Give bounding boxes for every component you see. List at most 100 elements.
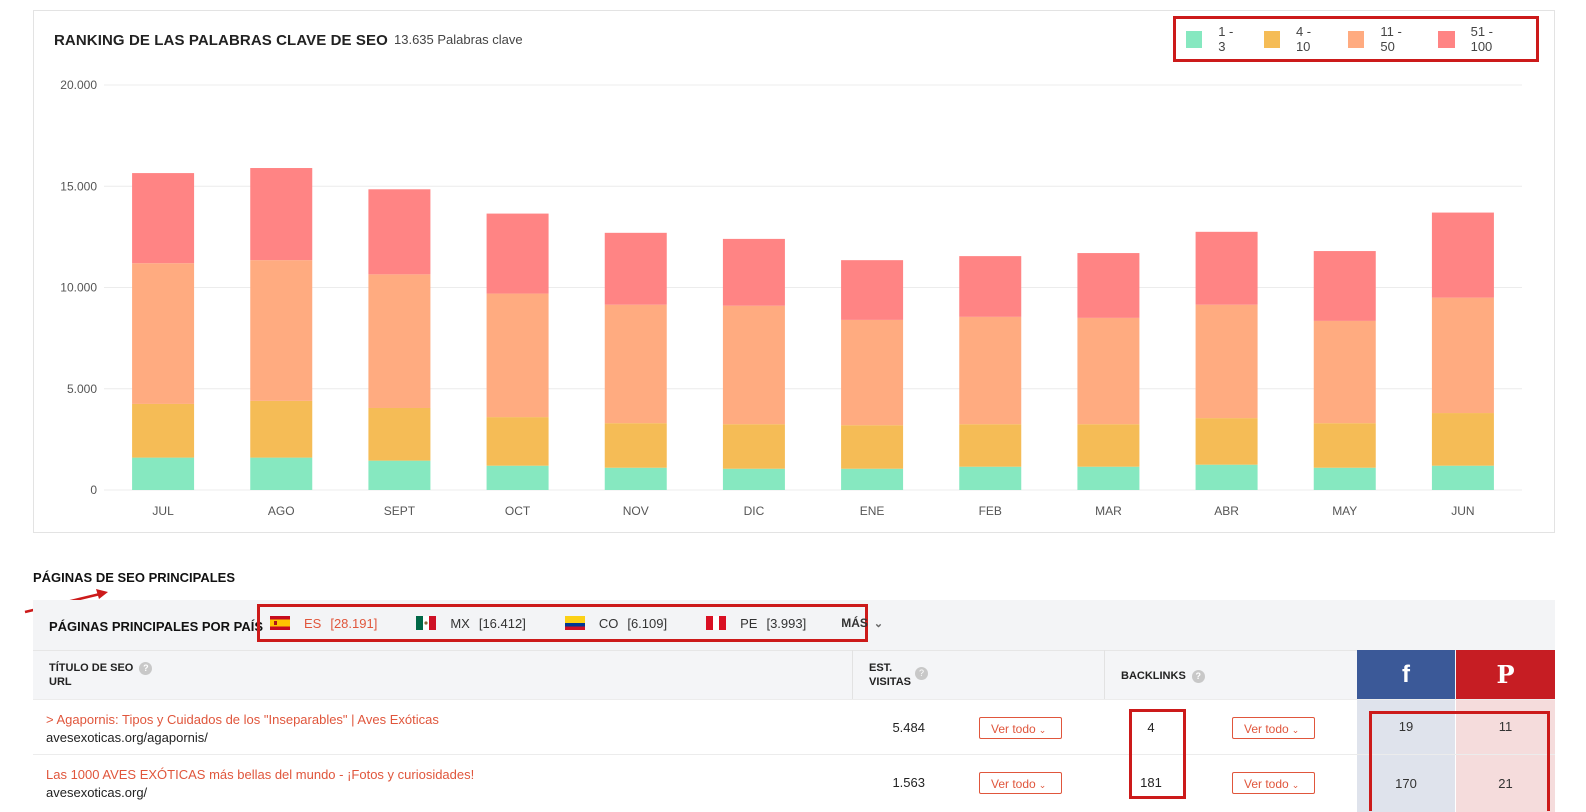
legend-item-1-3[interactable]: 1 - 3 <box>1186 24 1242 54</box>
help-icon[interactable]: ? <box>139 661 153 675</box>
section-title: PÁGINAS DE SEO PRINCIPALES <box>33 570 236 585</box>
bar-segment-ene[interactable] <box>841 425 904 469</box>
country-count: [6.109] <box>627 615 668 631</box>
est-visits-value: 5.484 <box>892 720 925 735</box>
bar-segment-feb[interactable] <box>959 316 1022 425</box>
bar-segment-nov[interactable] <box>604 423 667 468</box>
bar-segment-oct[interactable] <box>486 417 549 466</box>
country-count: [3.993] <box>766 615 807 631</box>
help-icon[interactable]: ? <box>915 667 928 680</box>
bar-segment-jul[interactable] <box>132 457 195 490</box>
bar-segment-ago[interactable] <box>250 260 313 401</box>
bar-segment-may[interactable] <box>1313 467 1376 490</box>
bar-segment-feb[interactable] <box>959 466 1022 490</box>
pinterest-column-header: P <box>1456 650 1555 699</box>
bar-segment-sept[interactable] <box>368 274 431 408</box>
bar-segment-dic[interactable] <box>722 305 785 425</box>
bar-segment-dic[interactable] <box>722 238 785 306</box>
chevron-down-icon: ⌄ <box>1038 725 1047 735</box>
bar-segment-abr[interactable] <box>1195 418 1258 465</box>
bar-segment-oct[interactable] <box>486 465 549 490</box>
view-all-visits-button[interactable]: Ver todo ⌄ <box>979 772 1062 794</box>
legend-item-11-50[interactable]: 11 - 50 <box>1348 24 1416 54</box>
x-tick-label: JUL <box>152 504 174 518</box>
header-url: URL <box>49 676 72 688</box>
bar-segment-nov[interactable] <box>604 467 667 490</box>
legend-item-51-100[interactable]: 51 - 100 <box>1438 24 1514 54</box>
chevron-down-icon: ⌄ <box>1038 780 1047 790</box>
legend-item-4-10[interactable]: 4 - 10 <box>1263 24 1326 54</box>
more-label: MÁS <box>841 616 868 630</box>
page-url: avesexoticas.org/agapornis/ <box>46 730 208 745</box>
country-tab-mx[interactable]: MX [16.412] <box>416 616 526 631</box>
bar-segment-jul[interactable] <box>132 263 195 404</box>
view-all-visits-button[interactable]: Ver todo ⌄ <box>979 717 1062 739</box>
page-url: avesexoticas.org/ <box>46 785 148 800</box>
bar-segment-mar[interactable] <box>1077 466 1140 490</box>
pinterest-icon: P <box>1496 660 1515 689</box>
bar-segment-nov[interactable] <box>604 304 667 424</box>
bar-segment-ene[interactable] <box>841 260 904 320</box>
bar-segment-mar[interactable] <box>1077 317 1140 425</box>
bar-segment-abr[interactable] <box>1195 231 1258 305</box>
y-tick-label: 0 <box>90 483 97 497</box>
bar-segment-sept[interactable] <box>368 407 431 461</box>
bar-segment-dic[interactable] <box>722 468 785 490</box>
bar-segment-ene[interactable] <box>841 468 904 490</box>
button-label: Ver todo <box>1244 777 1289 791</box>
bar-segment-ago[interactable] <box>250 168 313 261</box>
bar-segment-sept[interactable] <box>368 189 431 275</box>
bar-segment-abr[interactable] <box>1195 464 1258 490</box>
bar-segment-ene[interactable] <box>841 319 904 426</box>
country-tab-pe[interactable]: PE [3.993] <box>706 616 806 631</box>
bar-segment-ago[interactable] <box>250 457 313 490</box>
legend-swatch <box>1348 30 1365 48</box>
bar-segment-jun[interactable] <box>1431 297 1494 414</box>
bar-segment-feb[interactable] <box>959 424 1022 467</box>
bar-segment-jul[interactable] <box>132 173 195 264</box>
bar-segment-may[interactable] <box>1313 423 1376 468</box>
bar-segment-mar[interactable] <box>1077 253 1140 318</box>
peru-flag-icon <box>706 616 727 630</box>
legend-label: 1 - 3 <box>1218 24 1234 54</box>
x-tick-label: NOV <box>623 504 649 518</box>
bar-segment-may[interactable] <box>1313 320 1376 424</box>
bar-segment-dic[interactable] <box>722 424 785 469</box>
page-title-link[interactable]: Las 1000 AVES EXÓTICAS más bellas del mu… <box>46 767 474 782</box>
bar-segment-oct[interactable] <box>486 293 549 418</box>
bar-segment-oct[interactable] <box>486 213 549 294</box>
x-tick-label: SEPT <box>384 504 416 518</box>
bar-segment-jun[interactable] <box>1431 212 1494 298</box>
bar-segment-may[interactable] <box>1313 251 1376 321</box>
y-tick-label: 5.000 <box>67 382 97 396</box>
bar-segment-nov[interactable] <box>604 232 667 305</box>
bar-segment-sept[interactable] <box>368 460 431 490</box>
view-all-backlinks-button[interactable]: Ver todo ⌄ <box>1232 717 1315 739</box>
facebook-icon: f <box>1402 660 1410 688</box>
bar-segment-jul[interactable] <box>132 403 195 458</box>
keyword-ranking-card: 0 5.000 10.000 15.000 20.000 JUL AGO SEPT OCT NOV… <box>33 10 1555 533</box>
bar-segment-feb[interactable] <box>959 256 1022 317</box>
est-visits-value: 1.563 <box>892 775 925 790</box>
legend-swatch <box>1186 30 1203 48</box>
chevron-down-icon: ⌄ <box>1291 780 1300 790</box>
country-tab-es[interactable]: ES [28.191] <box>270 616 377 631</box>
bar-segment-mar[interactable] <box>1077 424 1140 467</box>
country-tab-co[interactable]: CO [6.109] <box>564 615 668 631</box>
keyword-count: 13.635 Palabras clave <box>394 32 523 47</box>
bar-segment-jun[interactable] <box>1431 413 1494 466</box>
help-icon[interactable]: ? <box>1191 669 1205 683</box>
legend-swatch <box>1438 30 1455 48</box>
country-code: PE <box>740 615 758 631</box>
x-tick-label: FEB <box>979 504 1002 518</box>
x-tick-label: OCT <box>505 504 531 518</box>
view-all-backlinks-button[interactable]: Ver todo ⌄ <box>1232 772 1315 794</box>
top-pages-table: PÁGINAS PRINCIPALES POR PAÍS ES [28.191]… <box>33 600 1555 812</box>
page-title-link[interactable]: > Agapornis: Tipos y Cuidados de los "In… <box>46 712 439 727</box>
y-tick-label: 10.000 <box>60 281 97 295</box>
bar-segment-ago[interactable] <box>250 400 313 458</box>
bar-segment-jun[interactable] <box>1431 465 1494 490</box>
x-tick-label: AGO <box>268 504 295 518</box>
bar-segment-abr[interactable] <box>1195 304 1258 419</box>
more-countries-dropdown[interactable]: MÁS ⌄ <box>841 616 883 630</box>
